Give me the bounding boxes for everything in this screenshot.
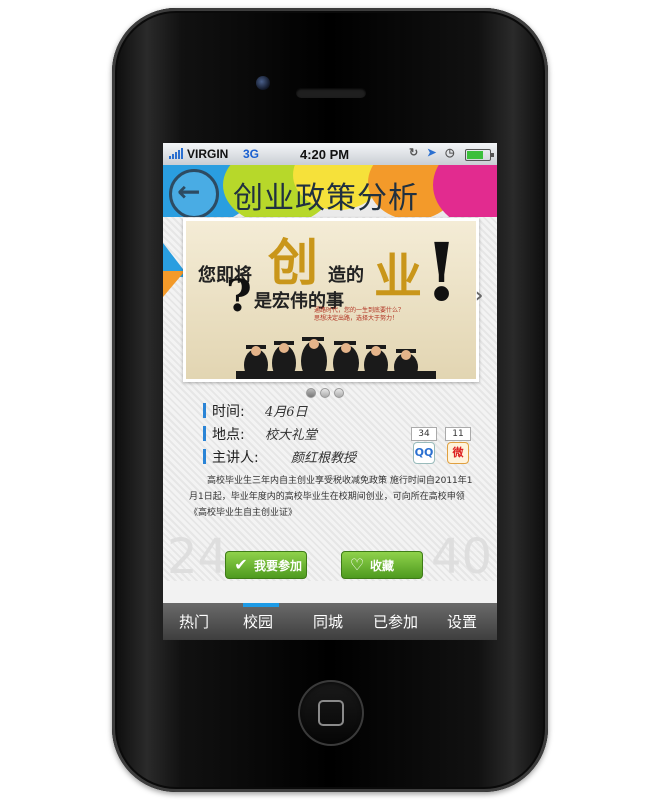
right-stat: 40 bbox=[431, 529, 493, 585]
status-bar: VIRGIN 3G 4:20 PM ↻ ➤ ◷ bbox=[163, 143, 497, 166]
heart-icon: ♡ bbox=[349, 555, 365, 574]
location-icon: ➤ bbox=[427, 147, 437, 159]
next-slide-button[interactable]: › bbox=[475, 283, 483, 307]
app-screen: VIRGIN 3G 4:20 PM ↻ ➤ ◷ ← 创业政策分析 您即将 创 造… bbox=[163, 143, 497, 640]
speaker-value: 颜红根教授 bbox=[291, 451, 357, 466]
tab-settings[interactable]: 设置 bbox=[447, 611, 477, 632]
active-tab-indicator bbox=[243, 603, 279, 607]
header-decoration bbox=[433, 165, 497, 217]
banner-small-text: 通路时代，您的一生到底要什么？思想决定出路，选择大于努力！ bbox=[314, 307, 405, 322]
time-label: 时间: bbox=[212, 404, 245, 420]
back-arrow-icon: ← bbox=[177, 175, 201, 208]
label-marker bbox=[203, 449, 206, 464]
banner-text: 造的 bbox=[328, 265, 364, 286]
carousel-dot[interactable] bbox=[320, 388, 330, 398]
event-time-row: 时间: 4月6日 bbox=[203, 401, 308, 421]
label-marker bbox=[203, 403, 206, 418]
join-button[interactable]: ✔ 我要参加 bbox=[225, 551, 307, 579]
banner-text: ? bbox=[226, 271, 252, 322]
home-square-icon bbox=[318, 700, 344, 726]
carousel-dot[interactable] bbox=[334, 388, 344, 398]
join-label: 我要参加 bbox=[254, 559, 303, 573]
place-value: 校大礼堂 bbox=[265, 428, 318, 443]
alarm-icon: ◷ bbox=[445, 147, 455, 159]
header: ← 创业政策分析 bbox=[163, 165, 497, 217]
tab-hot[interactable]: 热门 bbox=[179, 611, 209, 632]
qq-share-icon[interactable]: QQ bbox=[413, 442, 435, 464]
back-button[interactable]: ← bbox=[169, 169, 219, 217]
camera-icon bbox=[256, 76, 270, 90]
tab-joined[interactable]: 已参加 bbox=[373, 611, 418, 632]
share-count: 11 bbox=[445, 427, 471, 441]
banner-text: ! bbox=[424, 225, 460, 319]
speaker-label: 主讲人: bbox=[212, 450, 259, 466]
banner-text: 创 bbox=[268, 233, 318, 292]
carrier-name: VIRGIN bbox=[187, 147, 229, 161]
status-time: 4:20 PM bbox=[300, 147, 350, 162]
time-value: 4月6日 bbox=[265, 405, 308, 420]
favorite-button[interactable]: ♡ 收藏 bbox=[341, 551, 423, 579]
tab-campus[interactable]: 校园 bbox=[243, 611, 273, 632]
network-type: 3G bbox=[243, 147, 260, 161]
left-stat: 24 bbox=[167, 529, 229, 585]
rotation-lock-icon: ↻ bbox=[409, 147, 419, 159]
banner-text: 业 bbox=[374, 249, 423, 305]
side-decoration bbox=[163, 271, 185, 297]
home-button[interactable] bbox=[298, 680, 364, 746]
favorite-label: 收藏 bbox=[370, 559, 395, 573]
checkmark-icon: ✔ bbox=[234, 555, 248, 574]
carousel-dots[interactable] bbox=[306, 383, 348, 402]
share-count: 34 bbox=[411, 427, 437, 441]
event-place-row: 地点: 校大礼堂 bbox=[203, 424, 317, 444]
battery-icon bbox=[465, 149, 494, 161]
page-title: 创业政策分析 bbox=[233, 181, 419, 216]
event-banner[interactable]: 您即将 创 造的 业 ! ? 是宏伟的事 通路时代，您的一生到底要什么？思想决定… bbox=[183, 218, 479, 382]
carousel-dot[interactable] bbox=[306, 388, 316, 398]
place-label: 地点: bbox=[212, 427, 245, 443]
tab-bar: 热门 校园 同城 已参加 设置 bbox=[163, 603, 497, 640]
label-marker bbox=[203, 426, 206, 441]
graduates-illustration bbox=[236, 337, 436, 379]
speaker-grille bbox=[296, 88, 366, 98]
tab-city[interactable]: 同城 bbox=[313, 611, 343, 632]
event-description: 高校毕业生三年内自主创业享受税收减免政策 施行时间自2011年1月1日起，毕业年… bbox=[189, 476, 473, 518]
weibo-share-icon[interactable]: 微 bbox=[447, 442, 469, 464]
event-speaker-row: 主讲人: 颜红根教授 bbox=[203, 447, 356, 467]
